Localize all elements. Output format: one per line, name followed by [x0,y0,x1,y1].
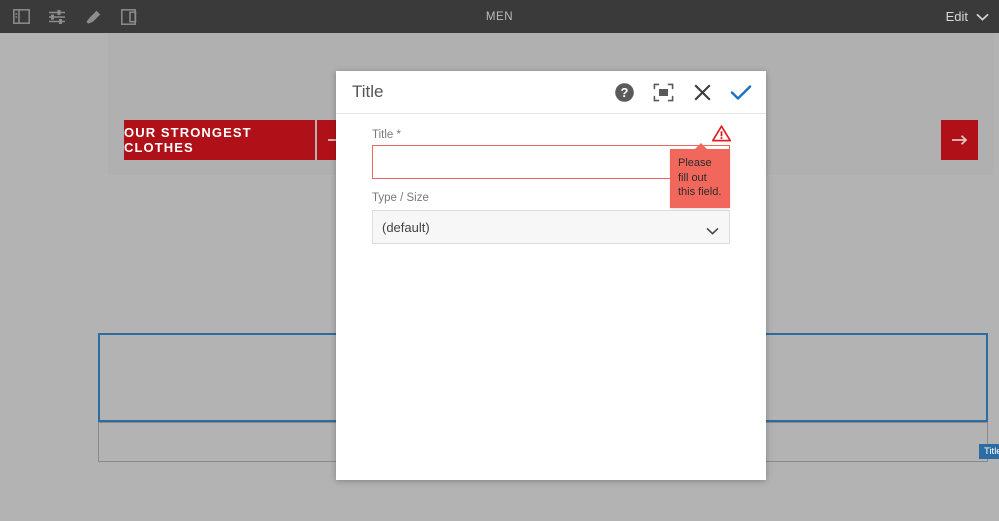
selection-badge[interactable]: Title [979,444,999,459]
edit-menu-label: Edit [946,9,968,24]
panel-toggle-glyph [13,9,30,24]
toolbar-tool-group [0,0,146,33]
field-title-label: Title * [372,129,401,141]
top-toolbar: MEN Edit [0,0,999,33]
sliders-glyph [48,9,66,24]
help-glyph: ? [614,82,635,103]
dialog-action-group: ? [613,81,752,103]
field-title-label-row: Title * [372,129,730,145]
page-title: MEN [0,11,999,23]
panel-toggle-icon[interactable] [4,0,38,33]
help-icon[interactable]: ? [613,81,635,103]
sliders-icon[interactable] [40,0,74,33]
close-glyph [692,82,713,103]
type-size-select-wrap: (default) [372,210,730,244]
brush-icon[interactable] [76,0,110,33]
banner-cta-button[interactable]: OUR STRONGEST CLOTHES [124,120,315,160]
type-size-select[interactable]: (default) [372,210,730,244]
svg-text:?: ? [620,85,628,100]
edit-menu-button[interactable]: Edit [946,9,989,24]
chevron-down-icon [976,13,989,21]
banner-arrow-button-right[interactable] [941,120,978,160]
checkmark-glyph [730,83,752,102]
warning-icon[interactable] [712,125,731,147]
confirm-icon[interactable] [730,81,752,103]
warning-triangle-glyph [712,125,731,142]
dialog-header: Title ? [336,71,766,114]
arrow-right-icon [951,134,968,146]
fullscreen-glyph [653,83,674,102]
copy-page-glyph [121,9,138,25]
fullscreen-icon[interactable] [652,81,674,103]
dialog-title: Title [352,82,613,102]
validation-tooltip: Please fill out this field. [670,149,730,208]
edit-component-dialog: Title ? [336,71,766,480]
copy-page-icon[interactable] [112,0,146,33]
brush-glyph [84,9,102,25]
close-icon[interactable] [691,81,713,103]
